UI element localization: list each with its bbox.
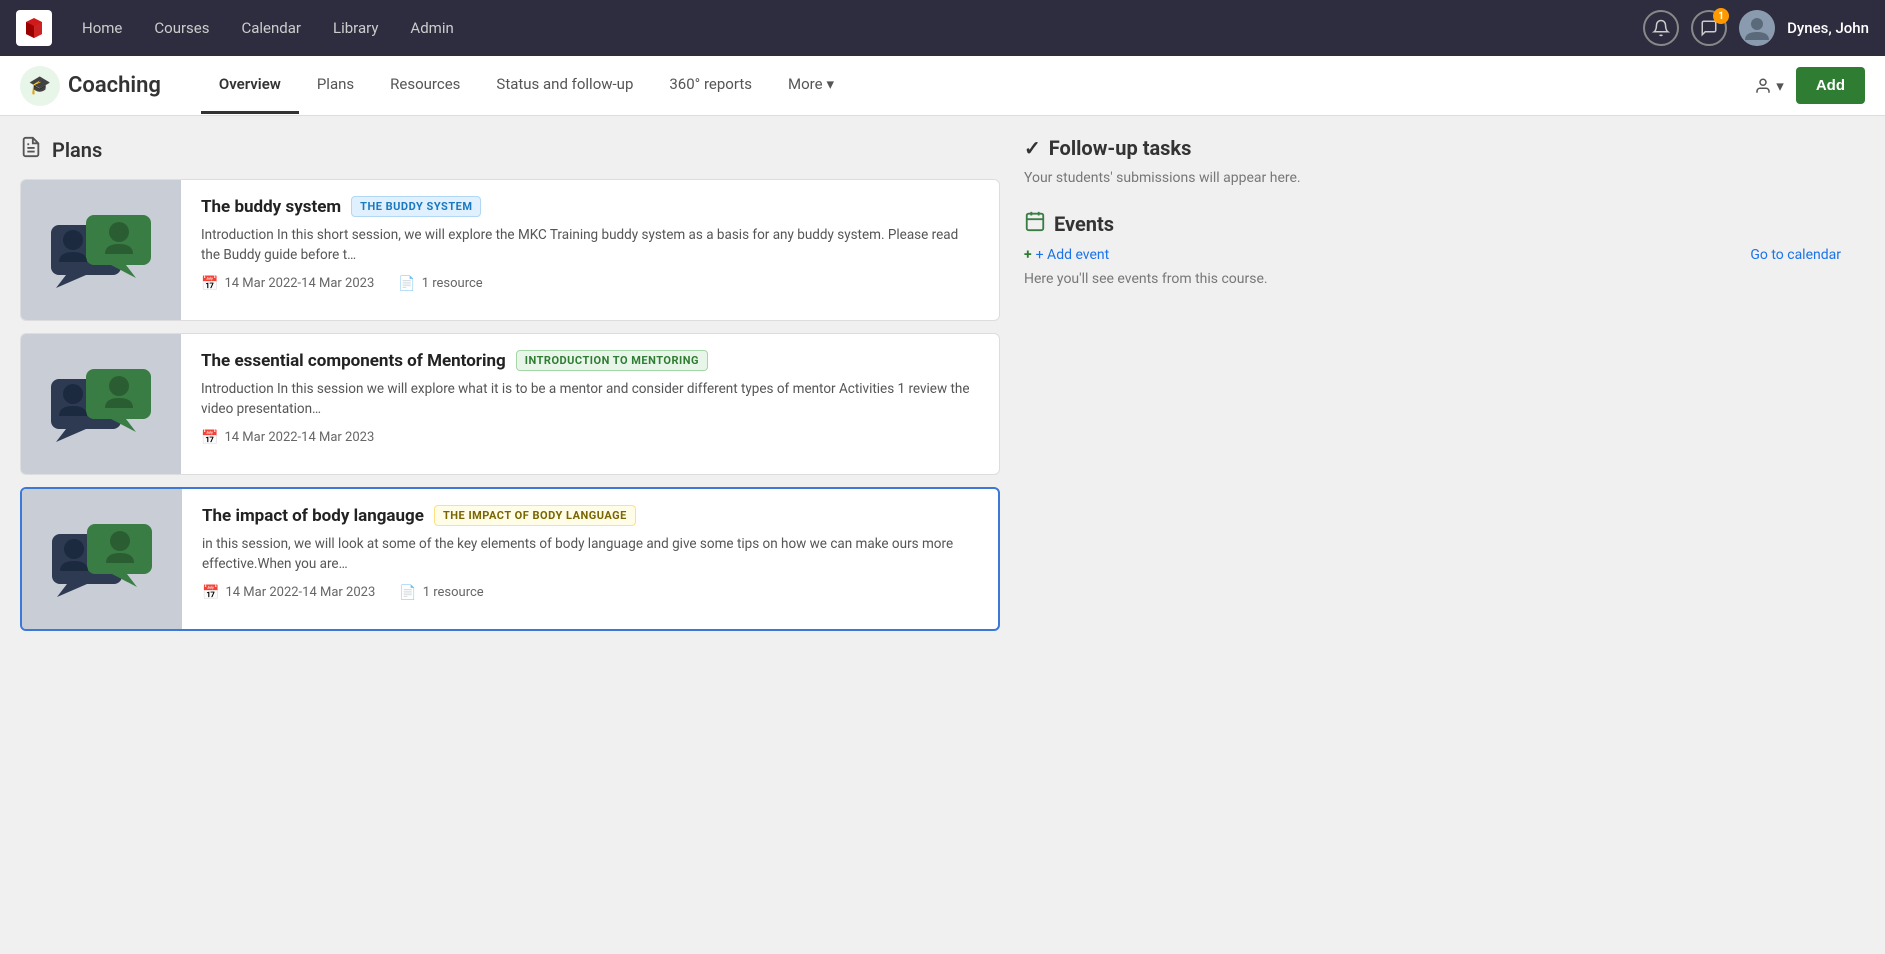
plan-title-row-buddy: The buddy system THE BUDDY SYSTEM <box>201 196 979 217</box>
user-name: Dynes, John <box>1787 19 1869 37</box>
user-avatar[interactable] <box>1739 10 1775 46</box>
go-to-calendar-link[interactable]: Go to calendar <box>1750 247 1841 263</box>
events-empty-message: Here you'll see events from this course. <box>1024 271 1841 287</box>
plan-card-buddy[interactable]: The buddy system THE BUDDY SYSTEM Introd… <box>20 179 1000 321</box>
plan-meta-buddy: 📅 14 Mar 2022-14 Mar 2023 📄 1 resource <box>201 276 979 292</box>
user-filter-button[interactable]: ▾ <box>1754 77 1784 95</box>
plus-icon: + <box>1024 247 1032 263</box>
plan-title-body-language: The impact of body langauge <box>202 506 424 526</box>
plan-date-mentoring: 📅 14 Mar 2022-14 Mar 2023 <box>201 430 374 446</box>
plan-desc-mentoring: Introduction In this session we will exp… <box>201 379 979 420</box>
plan-image-body-language <box>22 489 182 629</box>
section-title: Coaching <box>68 73 161 98</box>
followup-title: Follow-up tasks <box>1049 136 1192 160</box>
events-title: Events <box>1054 212 1114 236</box>
top-nav-right: 1 Dynes, John <box>1643 10 1869 46</box>
document-icon: 📄 <box>398 276 415 292</box>
add-button[interactable]: Add <box>1796 67 1865 104</box>
followup-empty: Your students' submissions will appear h… <box>1024 170 1841 186</box>
top-nav-links: Home Courses Calendar Library Admin <box>68 11 468 45</box>
plan-body-mentoring: The essential components of Mentoring IN… <box>181 334 999 474</box>
plan-resources-buddy: 📄 1 resource <box>398 276 482 292</box>
tab-360-reports[interactable]: 360° reports <box>651 57 770 114</box>
nav-library[interactable]: Library <box>319 11 392 45</box>
tab-more[interactable]: More ▾ <box>770 57 852 114</box>
followup-section-title: ✓ Follow-up tasks <box>1024 136 1841 160</box>
plan-date-buddy: 📅 14 Mar 2022-14 Mar 2023 <box>201 276 374 292</box>
chevron-down-icon: ▾ <box>1776 77 1784 95</box>
tab-resources[interactable]: Resources <box>372 57 478 114</box>
add-event-link[interactable]: + + Add event <box>1024 247 1109 263</box>
events-calendar-icon <box>1024 210 1046 237</box>
right-panel: ✓ Follow-up tasks Your students' submiss… <box>1000 136 1865 643</box>
sub-nav-tabs: Overview Plans Resources Status and foll… <box>201 57 852 114</box>
plans-icon <box>20 136 42 163</box>
document-icon: 📄 <box>399 585 416 601</box>
plan-title-buddy: The buddy system <box>201 197 341 217</box>
top-navigation: Home Courses Calendar Library Admin 1 Dy… <box>0 0 1885 56</box>
plan-desc-buddy: Introduction In this short session, we w… <box>201 225 979 266</box>
plan-body-buddy: The buddy system THE BUDDY SYSTEM Introd… <box>181 180 999 320</box>
events-section: Events + + Add event Go to calendar Here… <box>1024 210 1841 287</box>
plans-header: Plans <box>20 136 1000 163</box>
calendar-icon: 📅 <box>202 585 219 601</box>
nav-courses[interactable]: Courses <box>140 11 223 45</box>
tab-overview[interactable]: Overview <box>201 57 299 114</box>
plan-card-body-language[interactable]: The impact of body langauge THE IMPACT O… <box>20 487 1000 631</box>
plan-meta-mentoring: 📅 14 Mar 2022-14 Mar 2023 <box>201 430 979 446</box>
plan-badge-body-language: THE IMPACT OF BODY LANGUAGE <box>434 505 636 526</box>
plan-image-buddy <box>21 180 181 320</box>
plan-image-mentoring <box>21 334 181 474</box>
checkmark-icon: ✓ <box>1024 136 1041 160</box>
calendar-icon: 📅 <box>201 430 218 446</box>
tab-plans[interactable]: Plans <box>299 57 372 114</box>
calendar-icon: 📅 <box>201 276 218 292</box>
notifications-button[interactable] <box>1643 10 1679 46</box>
sub-nav-right: ▾ Add <box>1754 67 1865 104</box>
nav-home[interactable]: Home <box>68 11 136 45</box>
messages-button[interactable]: 1 <box>1691 10 1727 46</box>
sub-navigation: 🎓 Coaching Overview Plans Resources Stat… <box>0 56 1885 116</box>
chevron-down-icon: ▾ <box>827 75 835 93</box>
tab-status-followup[interactable]: Status and follow-up <box>478 57 651 114</box>
main-content: Plans <box>0 116 1885 663</box>
plan-title-mentoring: The essential components of Mentoring <box>201 351 506 371</box>
app-logo[interactable] <box>16 10 52 46</box>
plan-card-mentoring[interactable]: The essential components of Mentoring IN… <box>20 333 1000 475</box>
plan-meta-body-language: 📅 14 Mar 2022-14 Mar 2023 📄 1 resource <box>202 585 978 601</box>
section-icon: 🎓 <box>20 66 60 106</box>
nav-admin[interactable]: Admin <box>396 11 467 45</box>
message-badge: 1 <box>1713 8 1729 24</box>
plan-date-body-language: 📅 14 Mar 2022-14 Mar 2023 <box>202 585 375 601</box>
events-section-title: Events <box>1024 210 1841 237</box>
plans-panel: Plans <box>20 136 1000 643</box>
plans-title: Plans <box>52 138 102 162</box>
events-meta-row: + + Add event Go to calendar <box>1024 247 1841 263</box>
plan-badge-mentoring: INTRODUCTION TO MENTORING <box>516 350 708 371</box>
plan-resources-body-language: 📄 1 resource <box>399 585 483 601</box>
plan-body-body-language: The impact of body langauge THE IMPACT O… <box>182 489 998 629</box>
plan-badge-buddy: THE BUDDY SYSTEM <box>351 196 481 217</box>
plan-desc-body-language: in this session, we will look at some of… <box>202 534 978 575</box>
nav-calendar[interactable]: Calendar <box>227 11 315 45</box>
plan-title-row-mentoring: The essential components of Mentoring IN… <box>201 350 979 371</box>
plan-title-row-body-language: The impact of body langauge THE IMPACT O… <box>202 505 978 526</box>
